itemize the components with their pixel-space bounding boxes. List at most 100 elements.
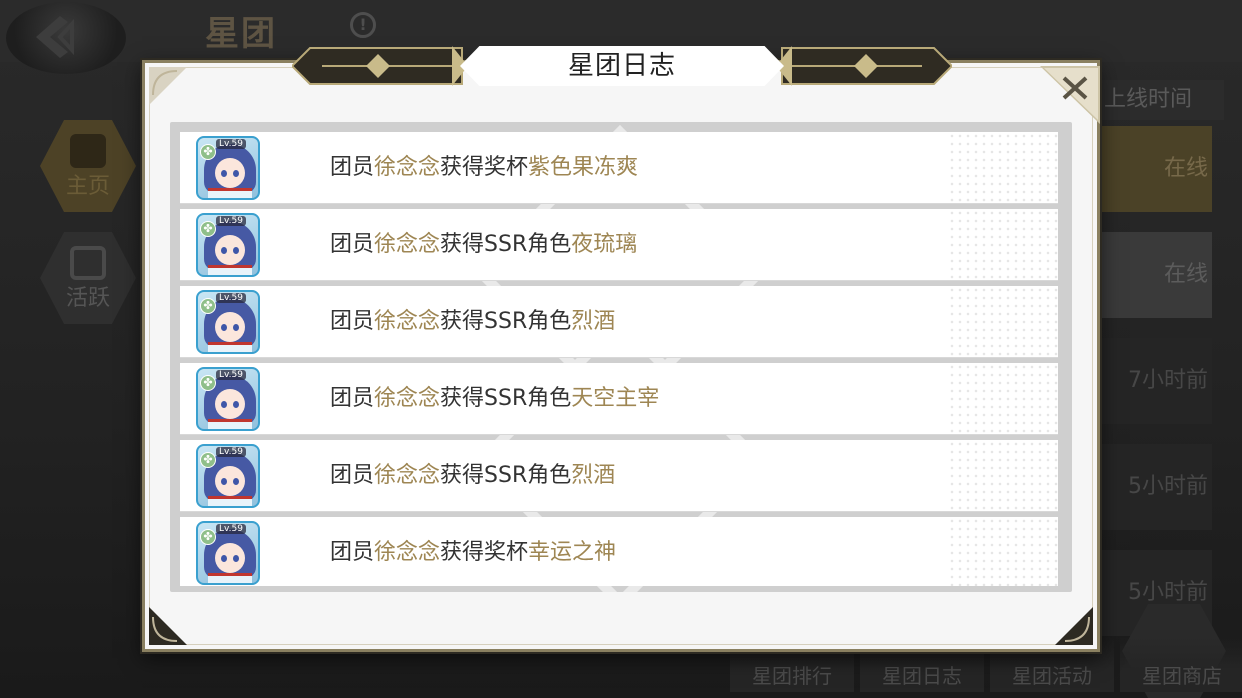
corner-ornament-icon bbox=[149, 67, 187, 105]
level-badge: Lv.59 bbox=[216, 216, 246, 226]
member-avatar[interactable]: ✤ Lv.59 bbox=[196, 444, 260, 508]
close-button[interactable] bbox=[1040, 66, 1100, 124]
reward-name: 烈酒 bbox=[571, 463, 616, 488]
avatar-eye bbox=[233, 401, 239, 408]
avatar-eye bbox=[221, 324, 227, 331]
side-nav-activity[interactable]: 活跃 bbox=[40, 232, 136, 324]
side-nav-home-label: 主页 bbox=[65, 174, 110, 199]
level-badge: Lv.59 bbox=[216, 524, 246, 534]
clover-badge-icon: ✤ bbox=[200, 452, 216, 468]
log-row: ✤ Lv.59 团员徐念念获得SSR角色烈酒 bbox=[180, 286, 1058, 358]
log-action: 获得SSR角色 bbox=[440, 386, 572, 411]
avatar-eye bbox=[233, 478, 239, 485]
reward-name: 幸运之神 bbox=[528, 540, 617, 565]
modal-title: 星团日志 bbox=[567, 51, 676, 81]
avatar-eye bbox=[233, 555, 239, 562]
member-avatar[interactable]: ✤ Lv.59 bbox=[196, 136, 260, 200]
avatar-collar bbox=[208, 265, 252, 275]
log-row: ✤ Lv.59 团员徐念念获得SSR角色烈酒 bbox=[180, 440, 1058, 512]
avatar-eye bbox=[221, 555, 227, 562]
log-prefix: 团员 bbox=[330, 232, 375, 257]
clover-badge-icon: ✤ bbox=[200, 221, 216, 237]
log-row: ✤ Lv.59 团员徐念念获得SSR角色天空主宰 bbox=[180, 363, 1058, 435]
online-time-cell: 7小时前 bbox=[1098, 338, 1212, 424]
close-icon bbox=[1040, 66, 1100, 124]
side-nav-home[interactable]: 主页 bbox=[40, 120, 136, 212]
corner-ornament-icon bbox=[149, 607, 187, 645]
log-prefix: 团员 bbox=[330, 386, 375, 411]
reward-name: 紫色果冻爽 bbox=[528, 155, 639, 180]
log-action: 获得SSR角色 bbox=[440, 232, 572, 257]
log-row: ✤ Lv.59 团员徐念念获得奖杯幸运之神 bbox=[180, 517, 1058, 586]
member-avatar[interactable]: ✤ Lv.59 bbox=[196, 521, 260, 585]
member-name: 徐念念 bbox=[374, 309, 441, 334]
member-name: 徐念念 bbox=[374, 155, 441, 180]
log-prefix: 团员 bbox=[330, 155, 375, 180]
log-text: 团员徐念念获得SSR角色天空主宰 bbox=[330, 363, 659, 435]
tab-shop[interactable]: 星团商店 bbox=[1120, 636, 1242, 692]
log-prefix: 团员 bbox=[330, 463, 375, 488]
avatar-face bbox=[215, 235, 245, 265]
log-text: 团员徐念念获得奖杯幸运之神 bbox=[330, 517, 616, 586]
corner-ornament-icon bbox=[1055, 607, 1093, 645]
log-text: 团员徐念念获得SSR角色烈酒 bbox=[330, 440, 615, 512]
avatar-collar bbox=[208, 496, 252, 506]
log-list[interactable]: ✤ Lv.59 团员徐念念获得奖杯紫色果冻爽 ✤ Lv.59 团员徐念念获得SSR角色夜琉… bbox=[180, 132, 1060, 586]
log-action: 获得奖杯 bbox=[440, 155, 529, 180]
clover-badge-icon: ✤ bbox=[200, 144, 216, 160]
level-badge: Lv.59 bbox=[216, 139, 246, 149]
log-text: 团员徐念念获得SSR角色烈酒 bbox=[330, 286, 615, 358]
online-time-cell: 在线 bbox=[1098, 126, 1212, 212]
home-icon bbox=[70, 134, 106, 168]
avatar-face bbox=[215, 543, 245, 573]
log-text: 团员徐念念获得SSR角色夜琉璃 bbox=[330, 209, 637, 281]
avatar-eye bbox=[233, 247, 239, 254]
back-button[interactable] bbox=[6, 2, 126, 74]
member-name: 徐念念 bbox=[374, 386, 441, 411]
level-badge: Lv.59 bbox=[216, 447, 246, 457]
modal-title-bar: 星团日志 bbox=[292, 42, 952, 90]
member-name: 徐念念 bbox=[374, 463, 441, 488]
avatar-collar bbox=[208, 188, 252, 198]
log-action: 获得奖杯 bbox=[440, 540, 529, 565]
log-prefix: 团员 bbox=[330, 540, 375, 565]
avatar-eye bbox=[233, 170, 239, 177]
member-avatar[interactable]: ✤ Lv.59 bbox=[196, 367, 260, 431]
avatar-collar bbox=[208, 419, 252, 429]
log-row: ✤ Lv.59 团员徐念念获得奖杯紫色果冻爽 bbox=[180, 132, 1058, 204]
log-list-frame[interactable]: ✤ Lv.59 团员徐念念获得奖杯紫色果冻爽 ✤ Lv.59 团员徐念念获得SSR角色夜琉… bbox=[170, 122, 1072, 592]
avatar-face bbox=[215, 466, 245, 496]
reward-name: 天空主宰 bbox=[571, 386, 660, 411]
avatar-collar bbox=[208, 573, 252, 583]
reward-name: 夜琉璃 bbox=[571, 232, 638, 257]
member-avatar[interactable]: ✤ Lv.59 bbox=[196, 213, 260, 277]
avatar-eye bbox=[233, 324, 239, 331]
avatar-face bbox=[215, 158, 245, 188]
log-row: ✤ Lv.59 团员徐念念获得SSR角色夜琉璃 bbox=[180, 209, 1058, 281]
side-nav-activity-label: 活跃 bbox=[65, 286, 110, 311]
online-time-cell: 5小时前 bbox=[1098, 444, 1212, 530]
avatar-eye bbox=[221, 401, 227, 408]
online-time-cell: 在线 bbox=[1098, 232, 1212, 318]
clover-badge-icon: ✤ bbox=[200, 529, 216, 545]
clover-badge-icon: ✤ bbox=[200, 375, 216, 391]
member-avatar[interactable]: ✤ Lv.59 bbox=[196, 290, 260, 354]
avatar-face bbox=[215, 389, 245, 419]
level-badge: Lv.59 bbox=[216, 370, 246, 380]
log-text: 团员徐念念获得奖杯紫色果冻爽 bbox=[330, 132, 638, 204]
log-action: 获得SSR角色 bbox=[440, 309, 572, 334]
avatar-collar bbox=[208, 342, 252, 352]
avatar-eye bbox=[221, 478, 227, 485]
log-prefix: 团员 bbox=[330, 309, 375, 334]
back-arrow-icon bbox=[36, 16, 74, 58]
avatar-eye bbox=[221, 247, 227, 254]
page-title: 星团 bbox=[205, 14, 277, 54]
online-time-header: 上线时间 bbox=[1098, 80, 1224, 120]
avatar-face bbox=[215, 312, 245, 342]
level-badge: Lv.59 bbox=[216, 293, 246, 303]
info-icon[interactable]: ! bbox=[350, 12, 376, 38]
log-action: 获得SSR角色 bbox=[440, 463, 572, 488]
activity-icon bbox=[70, 246, 106, 280]
avatar-eye bbox=[221, 170, 227, 177]
member-name: 徐念念 bbox=[374, 232, 441, 257]
